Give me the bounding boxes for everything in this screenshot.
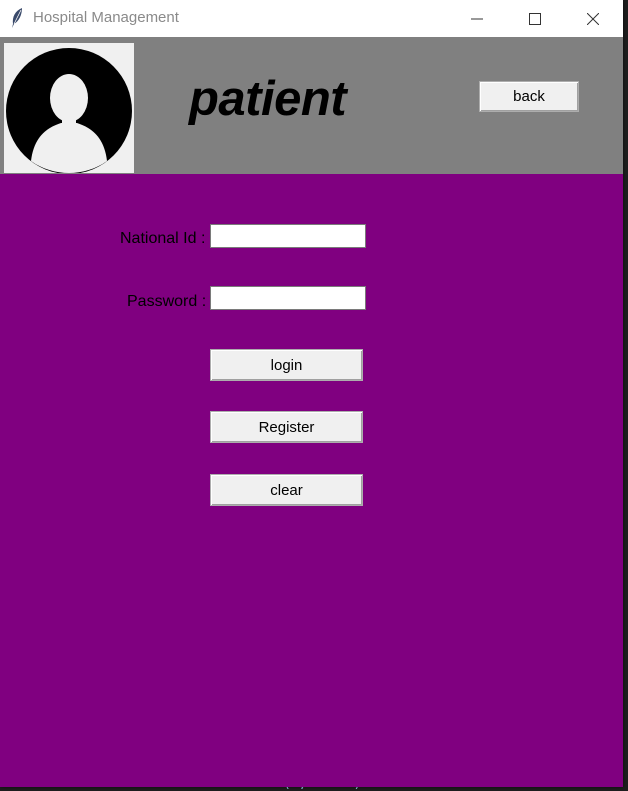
password-label: Password :: [127, 293, 207, 310]
back-button[interactable]: back: [479, 81, 579, 112]
window-title: Hospital Management: [33, 9, 179, 26]
national-id-label: National Id :: [120, 230, 206, 247]
maximize-button[interactable]: [506, 0, 564, 37]
page-title: patient: [189, 72, 347, 126]
app-window: Hospital Management patient back Nationa…: [0, 0, 623, 787]
maximize-icon: [529, 12, 541, 25]
avatar: [4, 43, 134, 174]
header-panel: patient back: [0, 37, 623, 174]
login-button[interactable]: login: [210, 349, 363, 381]
title-bar[interactable]: Hospital Management: [0, 0, 623, 37]
clear-button[interactable]: clear: [210, 474, 363, 506]
feather-icon: [12, 8, 22, 28]
national-id-field[interactable]: [210, 224, 366, 248]
password-field[interactable]: [210, 286, 366, 310]
minimize-button[interactable]: [448, 0, 506, 37]
close-icon: [587, 12, 599, 25]
register-button[interactable]: Register: [210, 411, 363, 443]
user-avatar-icon: [6, 48, 132, 174]
close-button[interactable]: [564, 0, 622, 37]
minimize-icon: [471, 18, 483, 19]
